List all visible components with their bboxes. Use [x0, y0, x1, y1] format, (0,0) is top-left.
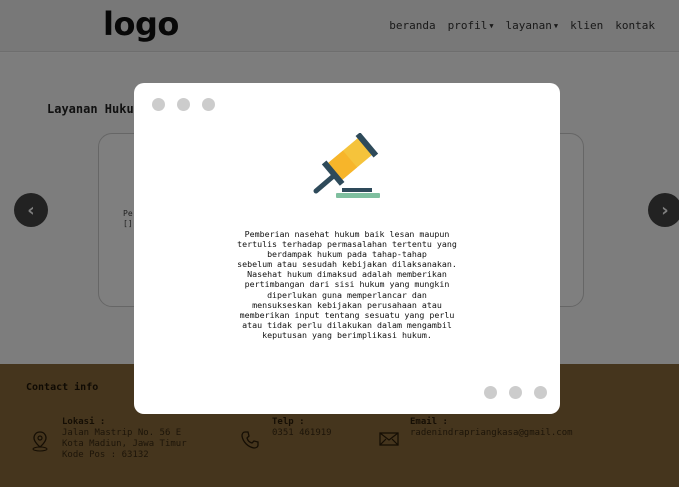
window-dot-icon — [177, 98, 190, 111]
window-dot-icon — [484, 386, 497, 399]
window-dot-icon — [202, 98, 215, 111]
modal-description: Pemberian nasehat hukum baik lesan maupu… — [237, 229, 457, 340]
window-dot-icon — [534, 386, 547, 399]
window-dot-icon — [152, 98, 165, 111]
service-modal: Pemberian nasehat hukum baik lesan maupu… — [134, 83, 560, 414]
gavel-icon — [313, 133, 380, 198]
window-dot-icon — [509, 386, 522, 399]
